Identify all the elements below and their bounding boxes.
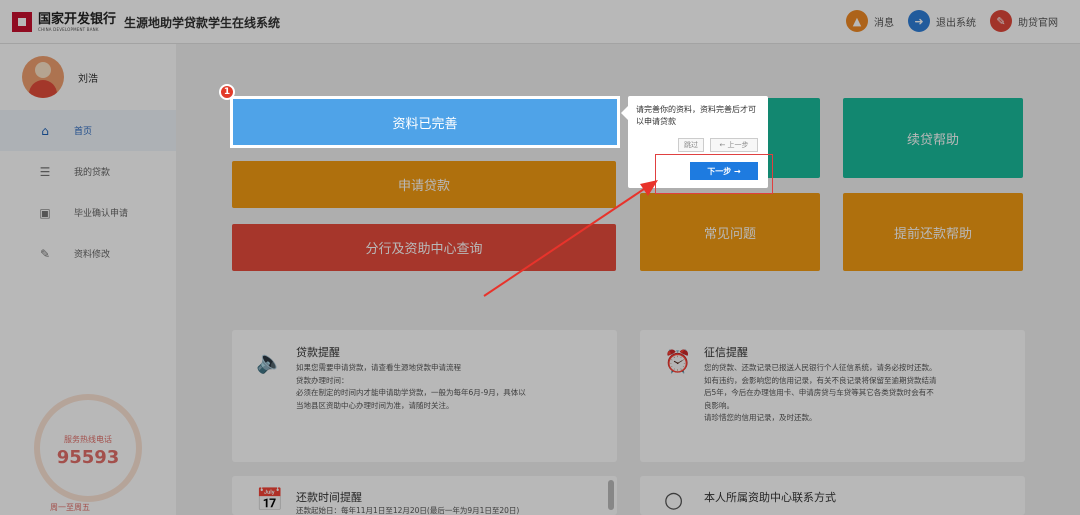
credit-reminder-card: ⏰ 征信提醒 您的贷款、还款记录已报送人民银行个人征信系统，请务必按时还款。 如… xyxy=(640,330,1025,462)
renew-help-button[interactable]: 续贷帮助 xyxy=(843,98,1023,178)
card-body: 如果您需要申请贷款，请查看生源地贷款申请流程 贷款办理时间： 必须在制定的时间内… xyxy=(296,363,526,410)
logout-icon: ➜ xyxy=(908,10,930,32)
guide-step-badge: 1 xyxy=(219,84,235,100)
contact-card: ○ 本人所属资助中心联系方式 xyxy=(640,476,1025,515)
card-title: 本人所属资助中心联系方式 xyxy=(704,491,836,504)
logout-button[interactable]: ➜ 退出系统 xyxy=(908,10,976,32)
monitor-icon: ▣ xyxy=(39,205,51,220)
sidebar-item-my-loans[interactable]: ☰ 我的贷款 xyxy=(0,151,176,192)
bell-icon: ▲ xyxy=(846,10,868,32)
prev-step-button[interactable]: ← 上一步 xyxy=(710,138,758,152)
hotline-number: 95593 xyxy=(56,447,120,468)
annotation-highlight-box xyxy=(655,154,773,194)
loan-reminder-card: 🔈 贷款提醒 如果您需要申请贷款，请查看生源地贷款申请流程 贷款办理时间： 必须… xyxy=(232,330,617,462)
calendar-icon: 📅 xyxy=(256,488,284,513)
system-title: 生源地助学贷款学生在线系统 xyxy=(124,15,281,30)
bank-name: 国家开发银行 xyxy=(38,11,117,27)
sidebar-item-graduation-confirm[interactable]: ▣ 毕业确认申请 xyxy=(0,192,176,233)
bank-logo-icon xyxy=(12,12,32,32)
card-title: 贷款提醒 xyxy=(296,346,340,359)
home-icon: ⌂ xyxy=(41,123,49,138)
avatar[interactable] xyxy=(22,56,64,98)
repayment-time-card: 📅 还款时间提醒 还款起始日：每年11月1日至12月20日(最后一年为9月1日至… xyxy=(232,476,617,515)
branch-query-button[interactable]: 分行及资助中心查询 xyxy=(232,224,616,271)
hotline-badge: 服务热线电话 95593 xyxy=(34,394,142,502)
username: 刘浩 xyxy=(78,73,98,85)
external-link-icon: ✎ xyxy=(990,10,1012,32)
official-site-button[interactable]: ✎ 助贷官网 xyxy=(990,10,1058,32)
alarm-clock-icon: ⏰ xyxy=(664,350,692,375)
sidebar-item-edit-info[interactable]: ✎ 资料修改 xyxy=(0,233,176,274)
skip-button[interactable]: 跳过 xyxy=(678,138,704,152)
edit-icon: ✎ xyxy=(39,246,51,261)
user-profile: 刘浩 xyxy=(22,56,98,98)
sidebar: 刘浩 ⌂ 首页 ☰ 我的贷款 ▣ 毕业确认申请 ✎ 资料修改 服务热线电话 95… xyxy=(0,44,176,515)
search-icon: ○ xyxy=(664,488,684,513)
card-body: 您的贷款、还款记录已报送人民银行个人征信系统，请务必按时还款。 如有违约，会影响… xyxy=(704,363,937,422)
top-header: 国家开发银行 CHINA DEVELOPMENT BANK 生源地助学贷款学生在… xyxy=(0,0,1080,44)
messages-button[interactable]: ▲ 消息 xyxy=(846,10,894,32)
hotline-label: 服务热线电话 xyxy=(64,435,112,444)
card-title: 还款时间提醒 xyxy=(296,491,362,504)
bank-logo: 国家开发银行 CHINA DEVELOPMENT BANK 生源地助学贷款学生在… xyxy=(12,12,280,32)
sidebar-item-home[interactable]: ⌂ 首页 xyxy=(0,110,176,151)
card-title: 征信提醒 xyxy=(704,346,748,359)
document-list-icon: ☰ xyxy=(39,164,51,179)
speaker-icon: 🔈 xyxy=(256,350,284,375)
prepay-help-button[interactable]: 提前还款帮助 xyxy=(843,193,1023,271)
bank-name-en: CHINA DEVELOPMENT BANK xyxy=(38,26,99,32)
guide-text: 请完善你的资料，资料完善后才可以申请贷款 xyxy=(636,105,756,126)
scrollbar[interactable] xyxy=(608,480,614,510)
faq-button[interactable]: 常见问题 xyxy=(640,193,820,271)
sidebar-nav: ⌂ 首页 ☰ 我的贷款 ▣ 毕业确认申请 ✎ 资料修改 xyxy=(0,110,176,274)
hotline-hours: 周一至周五 xyxy=(50,503,90,512)
profile-complete-button[interactable]: 资料已完善 xyxy=(230,96,620,148)
card-body: 还款起始日：每年11月1日至12月20日(最后一年为9月1日至20日) xyxy=(296,506,520,515)
apply-loan-button[interactable]: 申请贷款 xyxy=(232,161,616,208)
